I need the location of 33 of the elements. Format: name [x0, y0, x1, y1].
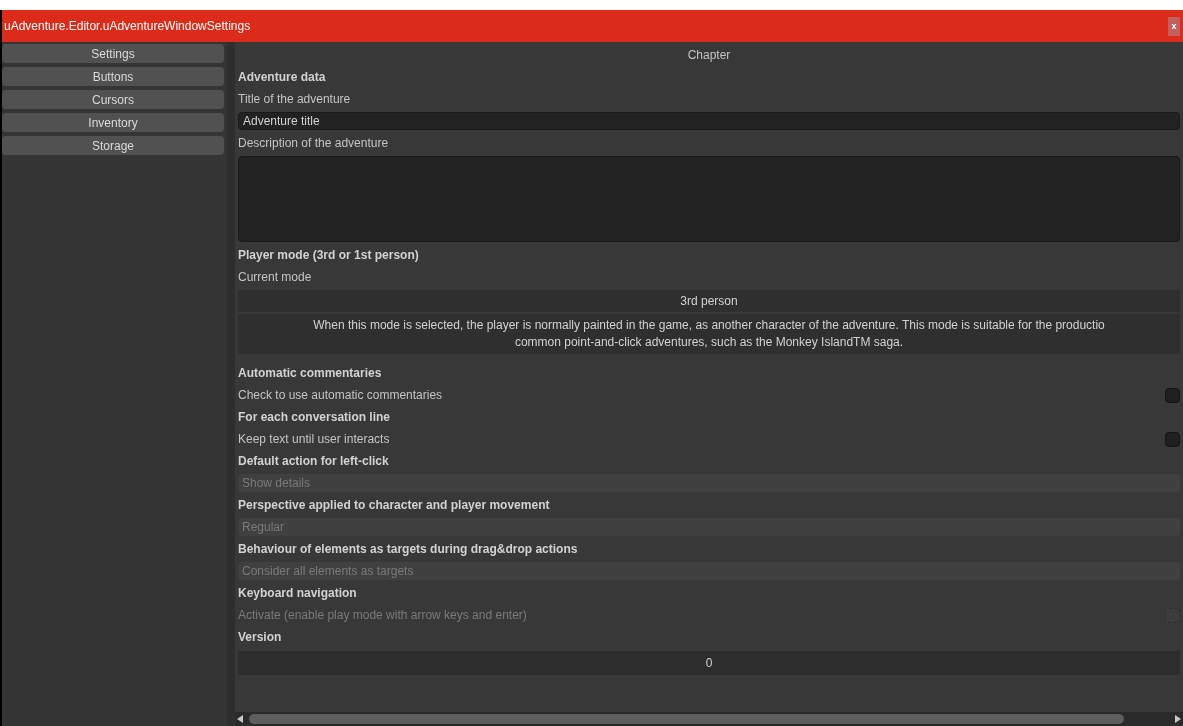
text-field[interactable]: Adventure title	[238, 112, 1180, 130]
sidebar-tab[interactable]: Buttons	[2, 67, 224, 86]
section-heading: Default action for left-click	[238, 453, 389, 470]
panel-title: Chapter	[686, 47, 732, 64]
mode-description: When this mode is selected, the player is normally painted in the game, as another character of the adventure. This mode is suitable for the productio common point-and-click adventures, such as the Monkey IslandTM saga.	[238, 314, 1180, 354]
checkbox-label: Keep text until user interacts	[238, 431, 390, 448]
close-button[interactable]: x	[1168, 16, 1180, 36]
scroll-left-icon[interactable]	[237, 715, 243, 723]
section-heading: For each conversation line	[238, 409, 391, 426]
sidebar-tab[interactable]: Inventory	[2, 113, 224, 132]
checkbox-label: Activate (enable play mode with arrow keys and enter)	[238, 607, 527, 624]
description-field[interactable]	[238, 156, 1180, 242]
section-heading: Keyboard navigation	[238, 585, 357, 602]
checkbox[interactable]	[1165, 387, 1180, 403]
section-heading: Perspective applied to character and player movement	[238, 497, 550, 514]
window-title: uAdventure.Editor.uAdventureWindowSettings	[4, 18, 251, 35]
sidebar-tab[interactable]: Storage	[2, 136, 224, 155]
checkbox-label: Check to use automatic commentaries	[238, 387, 443, 404]
version-field[interactable]: 0	[238, 651, 1180, 675]
field-label: Current mode	[238, 269, 312, 286]
field-label: Description of the adventure	[238, 135, 389, 152]
checkbox[interactable]	[1165, 431, 1180, 447]
sidebar-tab[interactable]: Cursors	[2, 90, 224, 109]
mode-selector[interactable]: 3rd person	[238, 290, 1180, 312]
field-label: Title of the adventure	[238, 91, 351, 108]
scrollbar-thumb[interactable]	[249, 714, 1124, 724]
section-heading: Player mode (3rd or 1st person)	[238, 247, 419, 264]
scroll-right-icon[interactable]	[1175, 715, 1181, 723]
section-heading: Version	[238, 629, 282, 646]
sidebar-tab[interactable]: Settings	[2, 44, 224, 63]
section-heading: Adventure data	[238, 69, 326, 86]
section-heading: Automatic commentaries	[238, 365, 382, 382]
section-heading: Behaviour of elements as targets during drag&drop actions	[238, 541, 578, 558]
